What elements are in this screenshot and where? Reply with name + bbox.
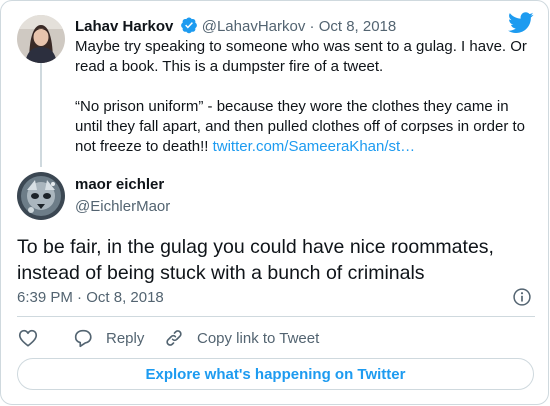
tweet-time: 6:39 PM [17,289,73,306]
quoted-author-handle[interactable]: @LahavHarkov [202,18,306,35]
twitter-bird-icon[interactable] [508,12,534,34]
quoted-author-name[interactable]: Lahav Harkov [75,18,173,35]
thread-connector-line [40,63,42,167]
separator-dot: · [309,18,315,35]
reply-label: Reply [106,329,145,347]
copy-link-label: Copy link to Tweet [197,329,320,347]
tweet-embed-card: Lahav Harkov @LahavHarkov · Oct 8, 2018 … [0,0,549,405]
reply-button[interactable]: Reply [72,327,144,349]
separator-dot: · [77,289,83,306]
author-name[interactable]: maor eichler [75,175,164,195]
quoted-tweet-text: Maybe try speaking to someone who was se… [75,37,537,157]
tweet-timestamp[interactable]: 6:39 PM · Oct 8, 2018 [17,288,164,308]
tweet-date: Oct 8, 2018 [86,289,164,306]
quoted-paragraph-2: “No prison uniform” - because they wore … [75,97,537,157]
verified-badge-icon [180,17,197,34]
info-icon[interactable] [512,287,532,307]
explore-twitter-button[interactable]: Explore what's happening on Twitter [17,358,534,390]
quoted-tweet-date[interactable]: Oct 8, 2018 [319,18,397,35]
author-handle[interactable]: @EichlerMaor [75,197,170,217]
link-icon [166,330,182,346]
avatar-maor-eichler[interactable] [17,172,65,220]
copy-link-button[interactable]: Copy link to Tweet [163,327,319,349]
heart-icon [18,329,38,347]
like-button[interactable] [17,327,39,349]
tweet-text: To be fair, in the gulag you could have … [17,236,494,284]
avatar-lahav-harkov[interactable] [17,15,65,63]
quoted-tweet-link[interactable]: twitter.com/SameeraKhan/st… [213,138,416,155]
quoted-paragraph-1: Maybe try speaking to someone who was se… [75,38,527,75]
divider [17,316,535,317]
reply-bubble-icon [74,329,92,348]
quoted-tweet-header: Lahav Harkov @LahavHarkov · Oct 8, 2018 [75,16,396,37]
